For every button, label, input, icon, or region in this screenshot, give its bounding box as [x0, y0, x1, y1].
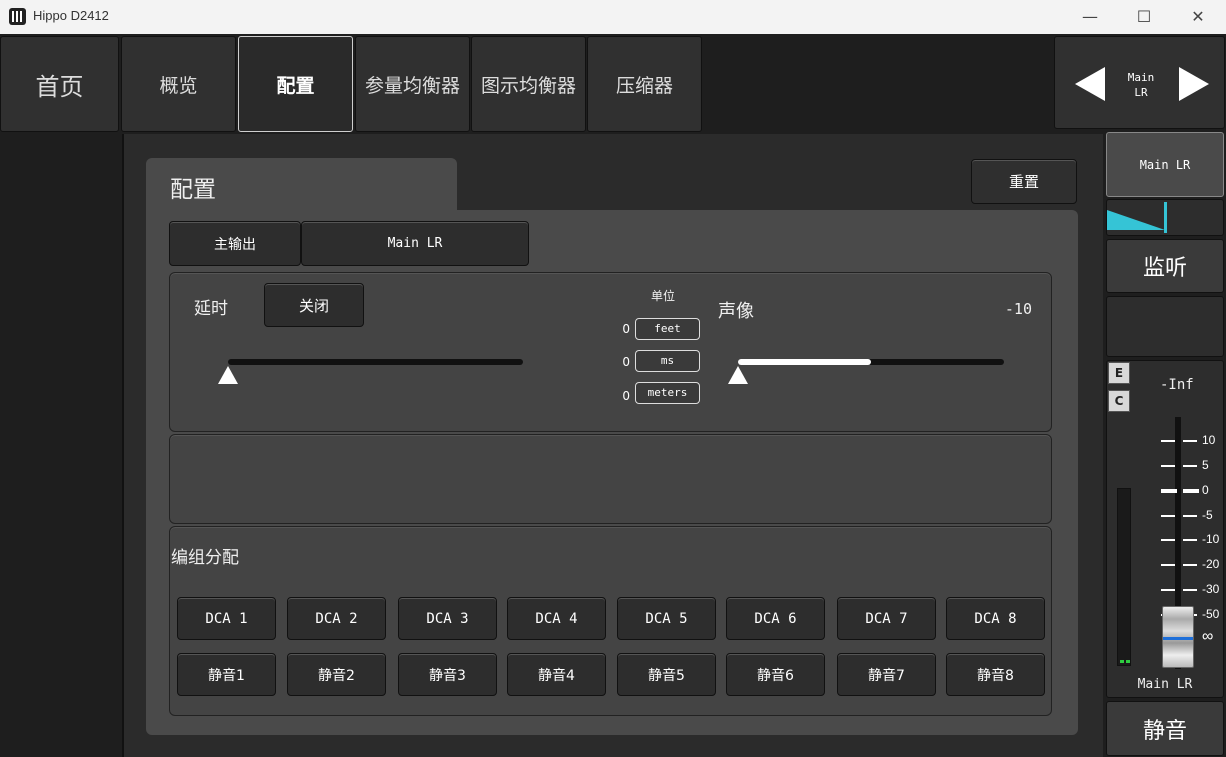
channel-selector: Main LR — [1054, 36, 1225, 129]
tab-config[interactable]: 配置 — [238, 36, 353, 132]
scale-label: -10 — [1202, 532, 1220, 546]
output-label-button[interactable]: 主输出 — [169, 221, 301, 266]
left-column — [0, 134, 122, 757]
delay-slider-track[interactable] — [228, 359, 523, 365]
meter-left-level — [1120, 660, 1124, 663]
panel-title: 配置 — [146, 158, 457, 214]
dca-button-1[interactable]: DCA 1 — [177, 597, 276, 640]
mute-button-5[interactable]: 静音5 — [617, 653, 716, 696]
dca-button-8[interactable]: DCA 8 — [946, 597, 1045, 640]
tab-graphic-eq[interactable]: 图示均衡器 — [471, 36, 586, 132]
sidebar-channel-button[interactable]: Main LR — [1106, 132, 1224, 197]
delay-toggle-button[interactable]: 关闭 — [264, 283, 364, 327]
scale-label: -50 — [1202, 607, 1220, 621]
units-title: 单位 — [651, 289, 676, 303]
mute-button-6[interactable]: 静音6 — [726, 653, 825, 696]
scale-tick — [1161, 489, 1177, 493]
app-logo-icon — [9, 8, 26, 25]
scale-tick — [1183, 564, 1197, 566]
dca-button-7[interactable]: DCA 7 — [837, 597, 936, 640]
unit-ms-value: 0 — [622, 355, 630, 369]
empty-section — [169, 434, 1052, 524]
channel-name-line2: LR — [1134, 86, 1148, 99]
monitor-button[interactable]: 监听 — [1106, 239, 1224, 293]
scale-label: ∞ — [1202, 628, 1214, 645]
mute-button-4[interactable]: 静音4 — [507, 653, 606, 696]
pan-value: -10 — [1004, 300, 1032, 318]
c-button[interactable]: C — [1108, 390, 1130, 412]
pan-slider-thumb[interactable] — [728, 366, 748, 384]
scale-tick — [1183, 489, 1199, 493]
dca-button-3[interactable]: DCA 3 — [398, 597, 497, 640]
fader-knob[interactable] — [1162, 606, 1194, 668]
top-nav: 首页 概览 配置 参量均衡器 图示均衡器 压缩器 Main LR — [0, 34, 1226, 134]
fader-channel-label: Main LR — [1137, 677, 1193, 692]
scale-tick — [1161, 440, 1175, 442]
prev-channel-arrow-icon[interactable] — [1075, 67, 1105, 101]
maximize-button[interactable]: ☐ — [1117, 0, 1171, 34]
reset-button[interactable]: 重置 — [971, 159, 1077, 204]
mute-button-1[interactable]: 静音1 — [177, 653, 276, 696]
mute-button-3[interactable]: 静音3 — [398, 653, 497, 696]
scale-tick — [1161, 564, 1175, 566]
close-button[interactable]: ✕ — [1171, 0, 1225, 34]
dca-button-2[interactable]: DCA 2 — [287, 597, 386, 640]
scale-label: 10 — [1202, 433, 1216, 447]
tab-overview[interactable]: 概览 — [121, 36, 236, 132]
tab-parametric-eq[interactable]: 参量均衡器 — [355, 36, 470, 132]
delay-label: 延时 — [194, 299, 228, 319]
scale-label: 0 — [1202, 483, 1209, 497]
level-readout: -Inf — [1160, 377, 1194, 393]
mute-button-8[interactable]: 静音8 — [946, 653, 1045, 696]
fader-knob-line — [1163, 637, 1193, 640]
dca-button-5[interactable]: DCA 5 — [617, 597, 716, 640]
unit-feet-value: 0 — [622, 322, 630, 336]
scale-tick — [1161, 589, 1175, 591]
level-meter — [1117, 488, 1131, 666]
pan-wedge-icon — [1107, 202, 1167, 233]
scale-tick — [1161, 515, 1175, 517]
minimize-button[interactable]: — — [1063, 0, 1117, 34]
mute-button-7[interactable]: 静音7 — [837, 653, 936, 696]
scale-label: -20 — [1202, 557, 1220, 571]
delay-slider-thumb[interactable] — [218, 366, 238, 384]
e-button[interactable]: E — [1108, 362, 1130, 384]
sidebar-empty-slot — [1106, 296, 1224, 357]
scale-tick — [1183, 589, 1197, 591]
scale-tick — [1183, 515, 1197, 517]
unit-meters-value: 0 — [622, 389, 630, 403]
dca-button-4[interactable]: DCA 4 — [507, 597, 606, 640]
pan-slider-fill — [738, 359, 871, 365]
dca-button-6[interactable]: DCA 6 — [726, 597, 825, 640]
channel-name: Main LR — [1117, 70, 1165, 100]
title-bar: Hippo D2412 — ☐ ✕ — [0, 0, 1226, 34]
scale-label: 5 — [1202, 458, 1209, 472]
sidebar-pan-indicator — [1106, 199, 1224, 236]
tab-compressor[interactable]: 压缩器 — [587, 36, 702, 132]
scale-tick — [1183, 440, 1197, 442]
unit-ms-button[interactable]: ms — [635, 350, 700, 372]
output-select[interactable]: Main LR — [301, 221, 529, 266]
window-title: Hippo D2412 — [33, 8, 109, 23]
channel-name-line1: Main — [1127, 71, 1155, 84]
sidebar-mute-button[interactable]: 静音 — [1106, 701, 1224, 756]
unit-feet-button[interactable]: feet — [635, 318, 700, 340]
scale-tick — [1183, 465, 1197, 467]
meter-right-level — [1126, 660, 1130, 663]
unit-meters-button[interactable]: meters — [635, 382, 700, 404]
scale-tick — [1161, 539, 1175, 541]
mute-button-2[interactable]: 静音2 — [287, 653, 386, 696]
scale-tick — [1161, 465, 1175, 467]
scale-label: -5 — [1202, 508, 1213, 522]
scale-tick — [1183, 539, 1197, 541]
home-button[interactable]: 首页 — [0, 36, 119, 132]
group-assign-title: 编组分配 — [171, 548, 239, 568]
next-channel-arrow-icon[interactable] — [1179, 67, 1209, 101]
pan-label: 声像 — [718, 301, 754, 322]
scale-label: -30 — [1202, 582, 1220, 596]
